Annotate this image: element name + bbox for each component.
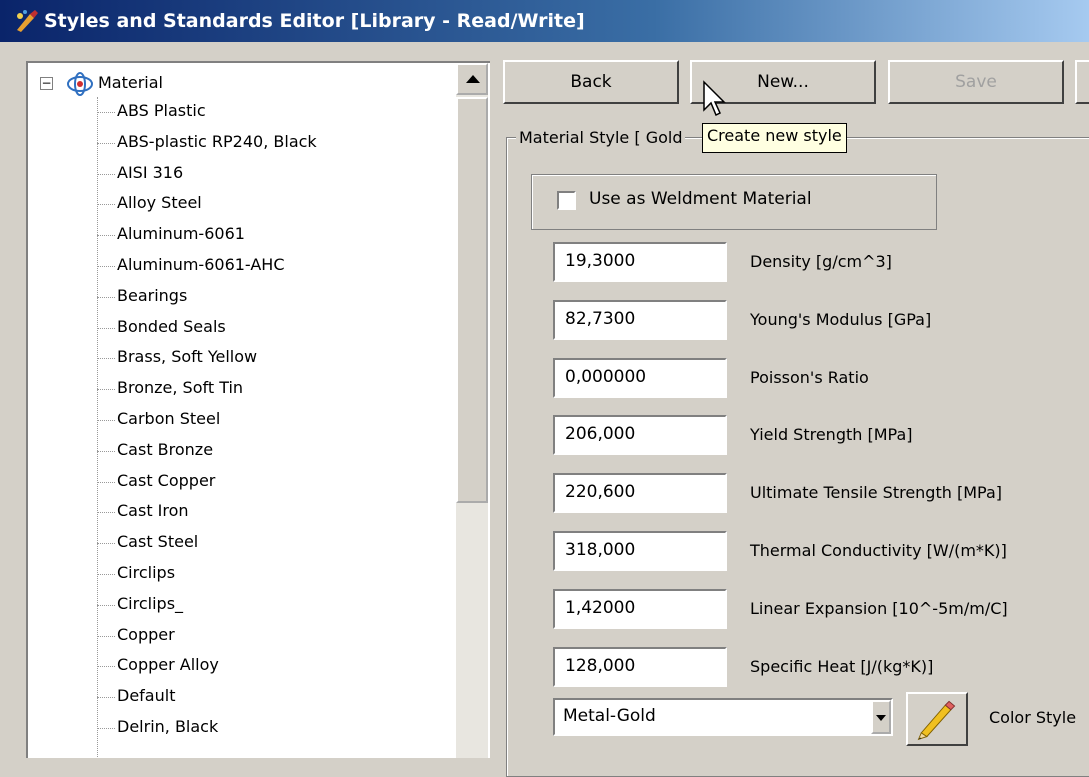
tree-item-label: Cast Steel (117, 532, 199, 552)
property-label: Poisson's Ratio (750, 367, 869, 387)
collapse-toggle[interactable]: − (40, 77, 53, 90)
tree-connector (97, 728, 115, 729)
tree-connector (97, 327, 115, 329)
tree-connector (97, 296, 115, 298)
tree-item-label: Carbon Steel (117, 409, 221, 428)
property-value-field[interactable]: 220,600 (553, 473, 727, 514)
weldment-label: Use as Weldment Material (589, 189, 812, 209)
property-label: Thermal Conductivity [W/(m*K)] (750, 541, 1007, 560)
property-value-field[interactable]: 128,000 (553, 646, 727, 687)
tree-connector (97, 635, 115, 637)
tree-guide-line (97, 97, 98, 758)
tree-connector (97, 666, 115, 668)
tree-item-label: ABS Plastic (117, 101, 206, 120)
tree-connector (97, 112, 115, 113)
tree-connector (97, 481, 115, 483)
property-value-field[interactable]: 206,000 (553, 415, 727, 456)
tree-connector (97, 142, 115, 144)
tree-connector (97, 266, 115, 267)
tree-connector (97, 204, 115, 206)
property-value-field[interactable]: 82,7300 (553, 299, 727, 340)
chevron-down-icon (876, 715, 886, 721)
arrow-up-icon (466, 75, 480, 83)
tree-connector (97, 543, 115, 545)
tree-root-label: Material (98, 73, 163, 92)
property-label: Young's Modulus [GPa] (750, 309, 932, 329)
tree-item-label: Brass, Soft Yellow (117, 347, 258, 367)
tree-connector (97, 358, 115, 360)
property-value-field[interactable]: 19,3000 (553, 242, 727, 282)
tree-item-label: Aluminum-6061 (117, 224, 245, 244)
tree-connector (97, 697, 115, 699)
tree-item-label: Bronze, Soft Tin (117, 378, 244, 398)
tree-item-label: Alloy Steel (117, 193, 202, 213)
property-label: Ultimate Tensile Strength [MPa] (750, 483, 1002, 503)
tree-connector (97, 235, 115, 237)
property-label: Specific Heat [J/(kg*K)] (750, 656, 934, 676)
tree-item-label: Aluminum-6061-AHC (117, 255, 285, 274)
tree-item-label: Cast Iron (117, 501, 189, 521)
property-label: Linear Expansion [10^-5m/m/C] (750, 598, 1008, 618)
back-button[interactable]: Back (503, 60, 679, 104)
property-label: Density [g/cm^3] (750, 252, 892, 271)
tree-item-label: Delrin, Black (117, 717, 219, 736)
scroll-up-button[interactable] (456, 63, 488, 95)
tree-item-label: Default (117, 686, 176, 706)
tree-connector (97, 512, 115, 514)
tree-connector (97, 420, 115, 421)
mouse-cursor-icon (703, 80, 726, 117)
property-value-field[interactable]: 0,000000 (553, 357, 727, 398)
material-tree[interactable]: − Material ABS Plastic ABS-plastic RP240,… (26, 61, 490, 758)
material-style-title: Material Style [ Gold (516, 128, 686, 147)
dropdown-button[interactable] (871, 700, 891, 734)
tree-connector (97, 389, 115, 391)
property-value-field[interactable]: 318,000 (553, 531, 727, 571)
tree-item-label: AISI 316 (117, 162, 184, 182)
tree-connector (97, 574, 115, 575)
tree-item-label: Cast Copper (117, 470, 216, 490)
tree-item-label: Copper Alloy (117, 655, 219, 675)
tree-item-label: Circlips (117, 563, 176, 582)
tree-connector (97, 604, 115, 606)
styles-editor-icon (17, 10, 38, 32)
color-style-select[interactable]: Metal-Gold (553, 698, 893, 736)
tree-item-label: Bonded Seals (117, 316, 226, 336)
tree-item-label: Circlips_ (117, 593, 184, 613)
tree-item-label: Bearings (117, 285, 188, 305)
weldment-checkbox[interactable] (557, 191, 576, 210)
property-value-field[interactable]: 1,42000 (553, 588, 727, 629)
property-label: Yield Strength [MPa] (750, 425, 913, 445)
tree-item-label: Cast Bronze (117, 439, 214, 459)
tree-scrollbar[interactable] (456, 63, 488, 758)
tree-item-label: ABS-plastic RP240, Black (117, 131, 317, 151)
tooltip: Create new style (702, 123, 847, 153)
tree-connector (97, 173, 115, 175)
title-bar: Styles and Standards Editor [Library - R… (0, 0, 1089, 42)
scroll-thumb[interactable] (456, 97, 488, 503)
color-style-label: Color Style (989, 708, 1077, 727)
tree-item-label: Copper (117, 624, 175, 644)
pencil-icon (917, 700, 956, 741)
save-button[interactable]: Save (888, 60, 1064, 104)
edit-color-style-button[interactable] (906, 692, 968, 746)
window-title: Styles and Standards Editor [Library - R… (44, 10, 585, 32)
tree-connector (97, 450, 115, 452)
material-icon (67, 72, 93, 96)
more-button[interactable] (1075, 60, 1089, 104)
color-style-value: Metal-Gold (563, 706, 656, 726)
